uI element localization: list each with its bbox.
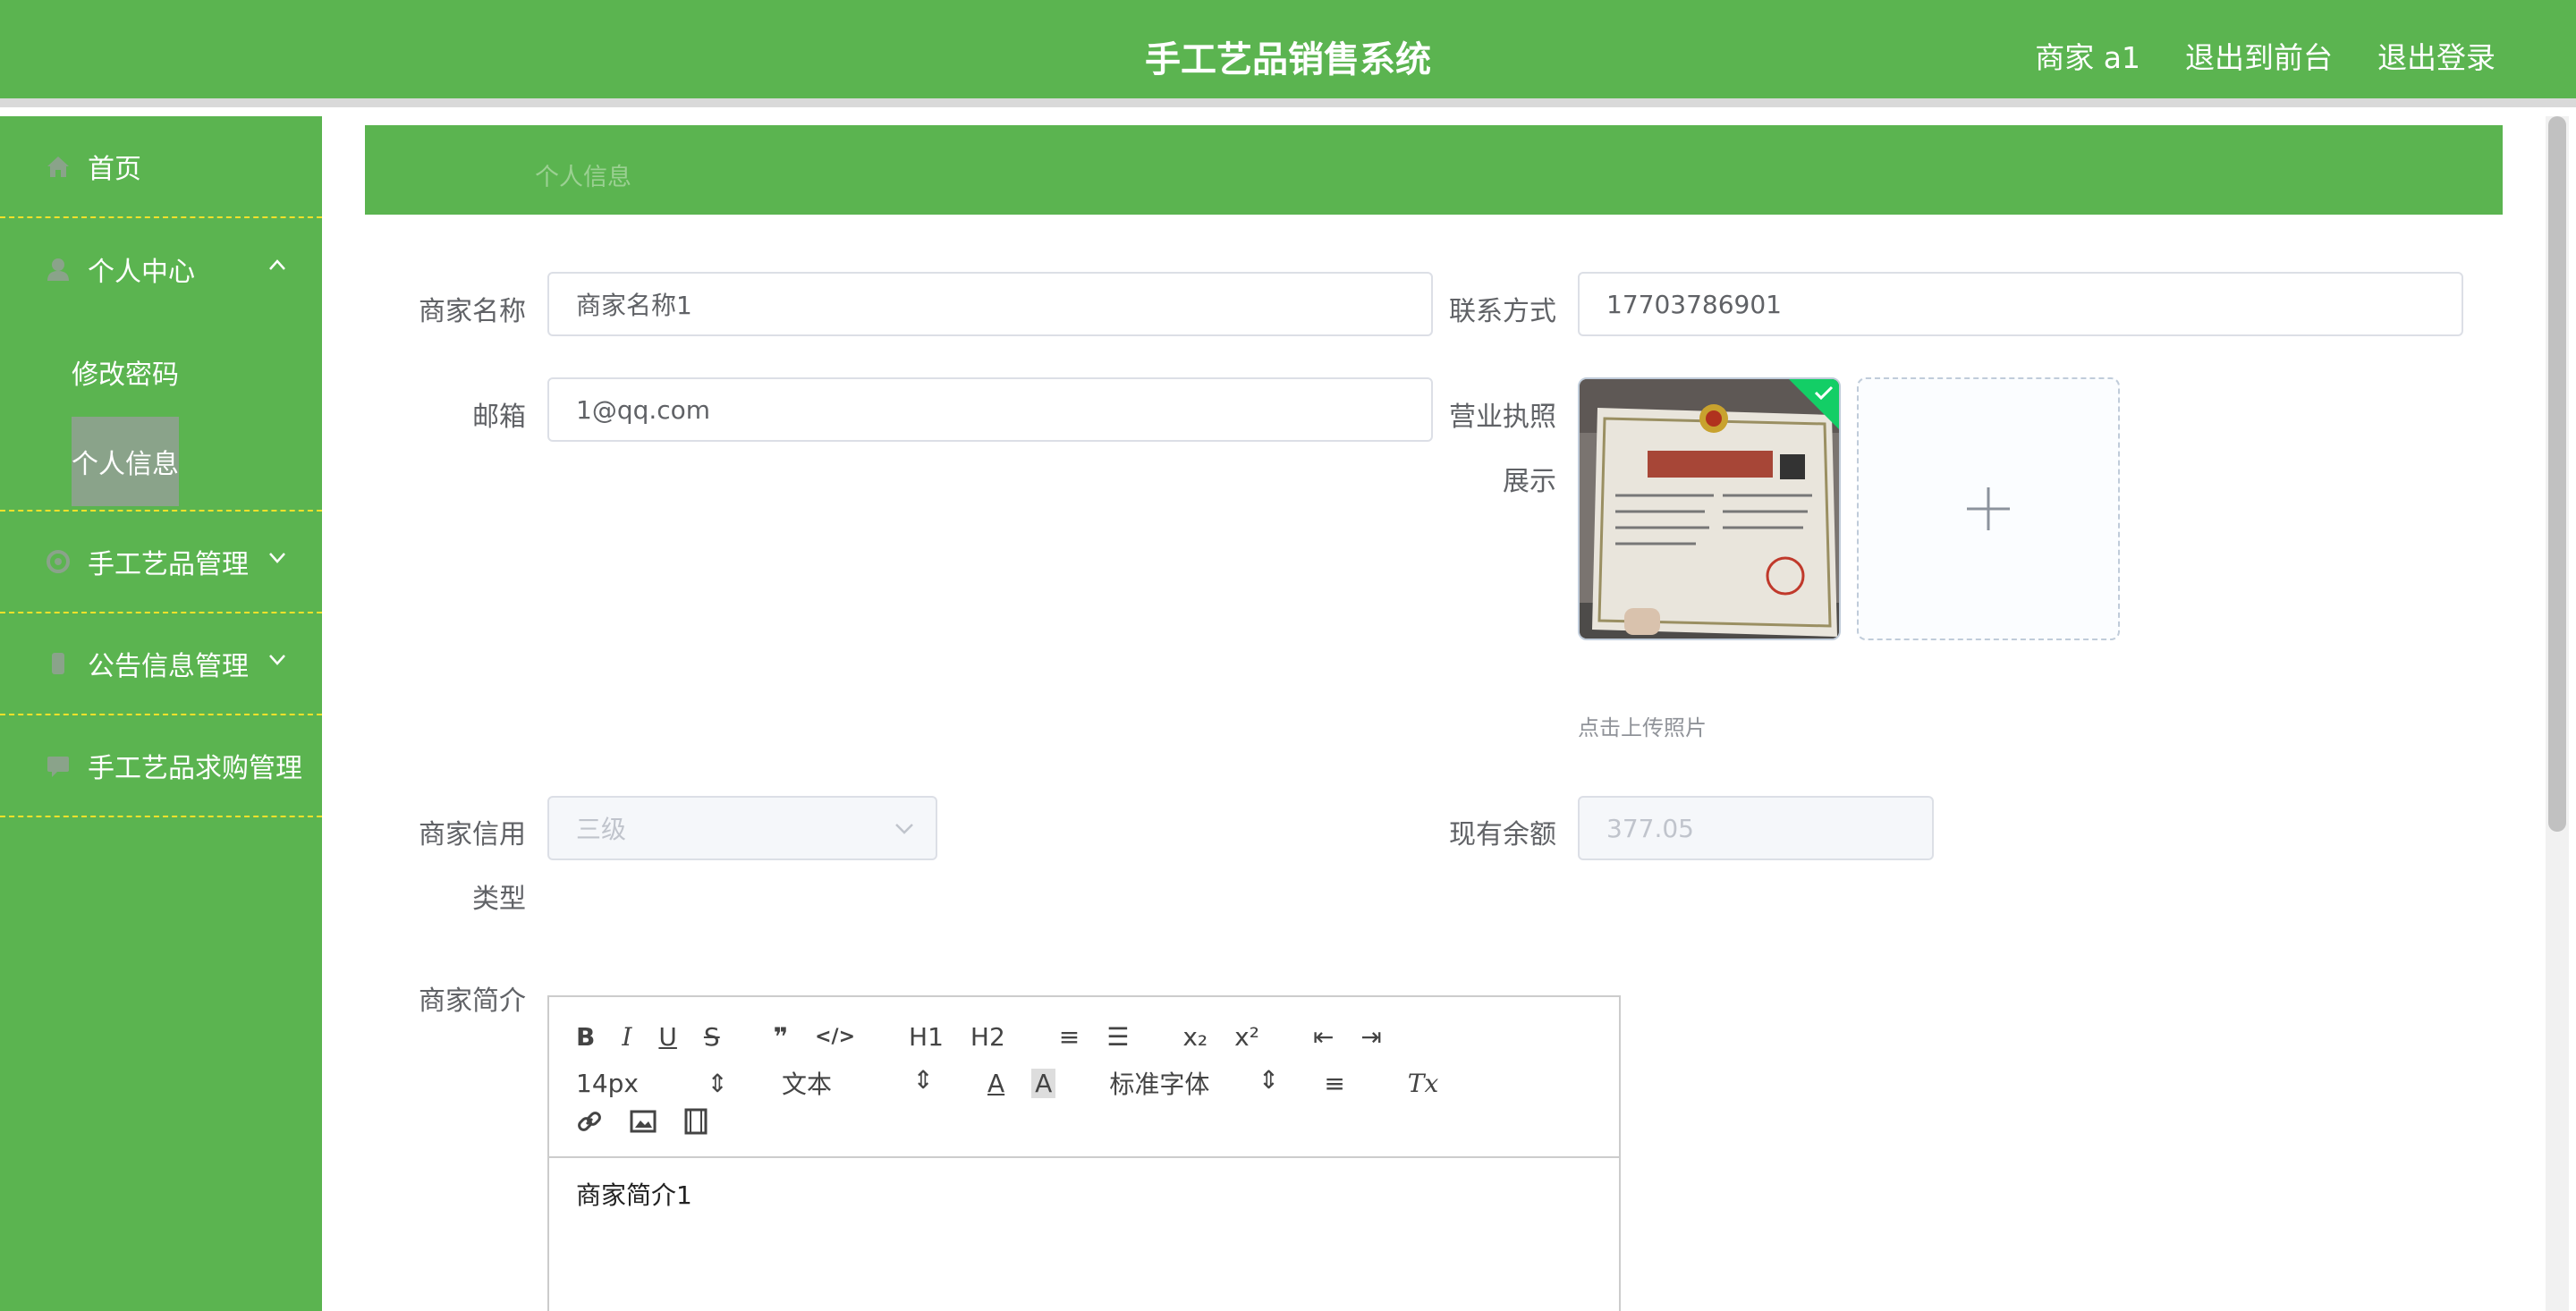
code-button[interactable]: </> <box>815 1026 855 1048</box>
select-arrows-icon: ⇕ <box>707 1068 728 1098</box>
editor-content[interactable]: 商家简介1 <box>549 1158 1619 1230</box>
sidebar-item-label: 个人中心 <box>88 257 195 288</box>
outdent-button[interactable]: ⇤ <box>1313 1022 1334 1052</box>
sidebar-item-label: 手工艺品管理 <box>88 549 249 580</box>
video-icon[interactable] <box>683 1108 708 1141</box>
subscript-button[interactable]: x₂ <box>1182 1022 1208 1052</box>
select-arrows-icon: ⇕ <box>1258 1065 1280 1095</box>
chevron-down-icon <box>895 824 913 834</box>
home-icon <box>43 151 73 182</box>
link-icon[interactable] <box>576 1108 603 1141</box>
intro-label: 商家简介 <box>419 985 526 1017</box>
chevron-down-icon <box>268 649 286 672</box>
clear-format-icon[interactable]: Tx <box>1408 1069 1438 1098</box>
sidebar-item-notice-management[interactable]: 公告信息管理 <box>0 613 322 715</box>
header-links: 商家 a1 退出到前台 退出登录 <box>2035 34 2496 77</box>
credit-select: 三级 <box>547 796 937 860</box>
scrollbar-thumb[interactable] <box>2548 116 2566 832</box>
sidebar-subitem-change-password[interactable]: 修改密码 <box>0 327 322 417</box>
breadcrumb: 个人信息 <box>535 164 631 191</box>
license-image[interactable] <box>1578 377 1841 640</box>
sidebar-item-label: 手工艺品求购管理 <box>88 753 302 784</box>
balance-label: 现有余额 <box>1449 819 1556 850</box>
merchant-name-input[interactable]: 商家名称1 <box>547 272 1433 336</box>
sidebar-item-home[interactable]: 首页 <box>0 116 322 218</box>
paragraph-select[interactable]: 文本 ⇕ <box>782 1065 934 1101</box>
sidebar-item-craft-management[interactable]: 手工艺品管理 <box>0 512 322 613</box>
current-user-link[interactable]: 商家 a1 <box>2035 34 2140 77</box>
breadcrumb-bar: 个人信息 <box>365 125 2503 215</box>
indent-button[interactable]: ⇥ <box>1360 1022 1381 1052</box>
logout-link[interactable]: 退出登录 <box>2377 34 2496 77</box>
font-size-select[interactable]: 14px ⇕ <box>576 1069 728 1098</box>
email-input[interactable]: 1@qq.com <box>547 377 1433 442</box>
bold-button[interactable]: B <box>576 1022 595 1052</box>
sidebar-item-purchase-request-management[interactable]: 手工艺品求购管理 <box>0 715 322 817</box>
credit-label: 商家信用 <box>419 819 526 850</box>
email-label: 邮箱 <box>472 402 526 433</box>
message-icon <box>43 750 73 781</box>
credit-label-cont: 类型 <box>472 884 526 915</box>
background-color-icon[interactable]: A <box>1031 1068 1056 1098</box>
image-icon[interactable] <box>630 1109 657 1140</box>
chevron-up-icon <box>268 254 286 276</box>
check-icon <box>1814 385 1834 401</box>
top-header: 手工艺品销售系统 商家 a1 退出到前台 退出登录 <box>0 0 2576 107</box>
font-color-icon[interactable]: A <box>987 1069 1004 1098</box>
page-scrollbar[interactable] <box>2546 116 2569 1311</box>
plus-icon <box>1967 487 2010 530</box>
toolbar-row-1: B I U S ❞ </> H1 H2 ≡ ☰ x₂ x² ⇤ ⇥ <box>576 1022 1409 1052</box>
font-family-select[interactable]: 标准字体 ⇕ <box>1109 1065 1279 1101</box>
license-label-cont: 展示 <box>1503 466 1556 497</box>
sidebar: 首页 个人中心 修改密码 个人信息 手工艺品管理 公告信息管理 手工艺品求购管理 <box>0 116 322 1311</box>
h1-button[interactable]: H1 <box>909 1022 944 1052</box>
chevron-down-icon <box>268 547 286 570</box>
sidebar-item-label: 首页 <box>88 154 141 185</box>
sidebar-item-personal-center[interactable]: 个人中心 <box>0 218 322 320</box>
quote-button[interactable]: ❞ <box>774 1022 788 1052</box>
personal-center-submenu: 修改密码 个人信息 <box>0 320 322 512</box>
settings-icon <box>43 546 73 577</box>
exit-to-frontend-link[interactable]: 退出到前台 <box>2185 34 2333 77</box>
credit-select-value: 三级 <box>576 815 627 844</box>
toolbar-row-3 <box>576 1108 735 1141</box>
contact-input[interactable]: 17703786901 <box>1578 272 2463 336</box>
upload-add-button[interactable] <box>1857 377 2120 640</box>
strike-button[interactable]: S <box>704 1022 720 1052</box>
merchant-name-label: 商家名称 <box>419 296 526 327</box>
select-arrows-icon: ⇕ <box>912 1065 934 1095</box>
align-left-icon[interactable]: ≡ <box>1324 1069 1344 1098</box>
bullet-list-button[interactable]: ☰ <box>1106 1022 1129 1052</box>
notice-icon <box>43 648 73 679</box>
underline-button[interactable]: U <box>658 1022 677 1052</box>
license-label: 营业执照 <box>1449 402 1556 433</box>
balance-input: 377.05 <box>1578 796 1934 860</box>
italic-button[interactable]: I <box>622 1022 631 1052</box>
editor-toolbar: B I U S ❞ </> H1 H2 ≡ ☰ x₂ x² ⇤ ⇥ 14px ⇕… <box>549 997 1619 1158</box>
superscript-button[interactable]: x² <box>1234 1022 1259 1052</box>
toolbar-row-2: 14px ⇕ 文本 ⇕ A A 标准字体 ⇕ ≡ Tx <box>576 1065 1465 1101</box>
h2-button[interactable]: H2 <box>970 1022 1005 1052</box>
user-icon <box>43 254 73 284</box>
sidebar-item-label: 公告信息管理 <box>88 651 249 682</box>
ordered-list-button[interactable]: ≡ <box>1059 1022 1080 1052</box>
sidebar-subitem-personal-info[interactable]: 个人信息 <box>0 417 322 506</box>
upload-tip: 点击上传照片 <box>1578 715 1707 740</box>
intro-editor[interactable]: B I U S ❞ </> H1 H2 ≡ ☰ x₂ x² ⇤ ⇥ 14px ⇕… <box>547 995 1621 1311</box>
contact-label: 联系方式 <box>1449 296 1556 327</box>
